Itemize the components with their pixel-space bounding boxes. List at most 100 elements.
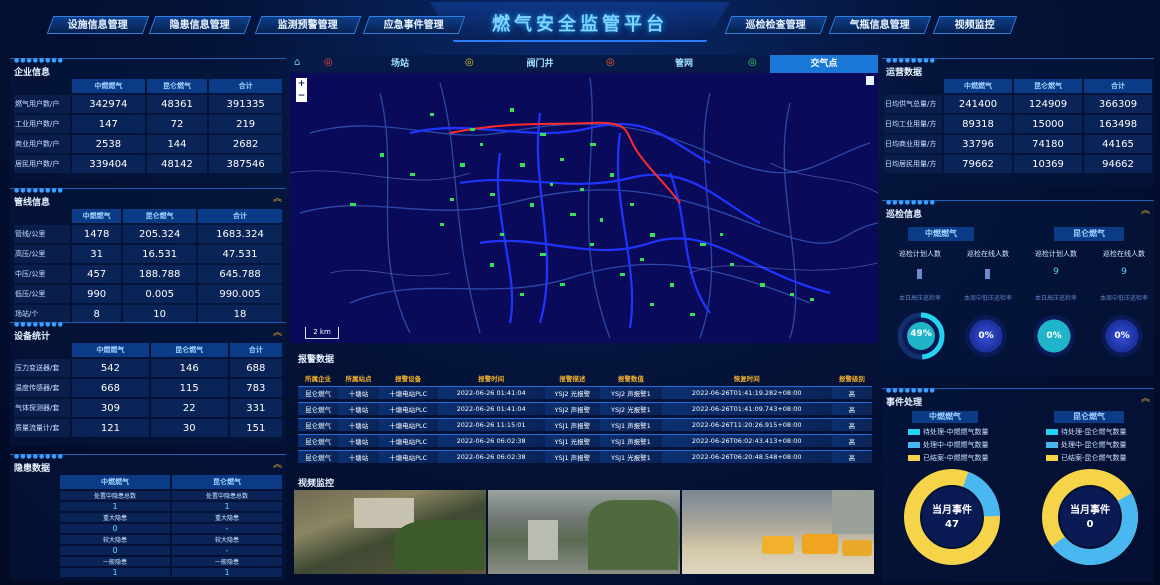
chevron-up-icon[interactable]: ︽ — [273, 325, 282, 338]
table-row: 0- — [60, 524, 282, 533]
table-row: 日均供气总量/方 241400 124909 366309 — [884, 95, 1152, 113]
swatch-icon — [1046, 442, 1058, 448]
title-dots: ●●●●●●●● — [886, 199, 936, 206]
chevron-up-icon[interactable]: ︽ — [273, 457, 282, 470]
video-scene-trees — [588, 500, 678, 570]
table-row: 高压/公里 31 16.531 47.531 — [14, 245, 282, 263]
patrol-rate-ring: 0% — [1101, 315, 1143, 357]
panel-title: 隐患数据 — [14, 464, 51, 474]
panel-title: 报警数据 — [298, 355, 335, 365]
zoom-controls[interactable]: + − — [296, 78, 307, 102]
pipeline-table: 中燃燃气 昆仑燃气 合计 管线/公里 1478 205.324 1683.324 高压/公… — [12, 207, 284, 325]
nav-patrol[interactable]: 巡检检查管理 — [724, 16, 828, 34]
table-row: 压力变送器/套 542 146 688 — [14, 359, 282, 377]
table-row: 居民用户数/户 339404 48142 387546 — [14, 155, 282, 173]
table-row: 重大隐患 重大隐患 — [60, 513, 282, 522]
title-dots: ●●●●●●●● — [14, 57, 64, 64]
swatch-icon — [908, 429, 920, 435]
table-row: 日均工业用量/方 89318 15000 163498 — [884, 115, 1152, 133]
patrol-panel: ●●●●●●●● 巡检信息 ︽ 中燃燃气 昆仑燃气 巡检计划人数 巡检在线人数 … — [882, 199, 1154, 376]
supply-marker-icon: ◎ — [748, 57, 757, 68]
hazard-table: 中燃燃气 昆仑燃气 处置中隐患总数 处置中隐患总数 11 重大隐患 重大隐患 0- 较… — [58, 473, 284, 579]
valve-marker-icon: ◎ — [465, 57, 474, 68]
legend-item: 处理中-昆仑燃气数量 — [1046, 440, 1127, 450]
table-row: 工业用户数/户 147 72 219 — [14, 115, 282, 133]
tab-pipe[interactable]: 管网 — [654, 55, 714, 73]
legend-item: 待处理-中燃燃气数量 — [908, 427, 989, 437]
table-row[interactable]: 昆仑燃气 十塘站 十塘电站PLC 2022-06-26 01:41:04 YSJ2 声报… — [298, 402, 872, 415]
chevron-up-icon[interactable]: ︽ — [273, 191, 282, 204]
patrol-bar — [985, 269, 990, 279]
table-row: 0- — [60, 546, 282, 555]
map-scale: 2 km — [305, 327, 339, 339]
layer-tabs: ⌂ ◎ 场站 ◎ 阀门井 ◎ 管网 ◎ 交气点 — [290, 55, 878, 73]
tab-supply-point[interactable]: 交气点 — [770, 55, 878, 73]
map-layer-icon[interactable] — [866, 76, 874, 85]
video-scene-vehicle — [842, 540, 872, 556]
title-dots: ●●●●●●●● — [14, 321, 64, 328]
table-row: 一般隐患 一般隐患 — [60, 557, 282, 566]
patrol-value: 9 — [1121, 267, 1127, 277]
enterprise-table: 中燃燃气 昆仑燃气 合计 燃气用户数/户 342974 48361 391335 工业用户… — [12, 77, 284, 175]
legend-item: 待处理-昆仑燃气数量 — [1046, 427, 1127, 437]
nav-facility[interactable]: 设施信息管理 — [46, 16, 150, 34]
video-scene-vehicle — [802, 534, 838, 554]
table-row: 日均商业用量/方 33796 74180 44165 — [884, 135, 1152, 153]
table-row: 中压/公里 457 188.788 645.788 — [14, 265, 282, 283]
patrol-sub: 本日高压巡检率 — [1034, 295, 1077, 302]
nav-monitor[interactable]: 监测预警管理 — [254, 16, 362, 34]
table-row: 11 — [60, 568, 282, 577]
chevron-up-icon[interactable]: ︽ — [1141, 391, 1150, 404]
patrol-rate-value: 49% — [910, 329, 932, 339]
title-dots: ●●●●●●●● — [14, 453, 64, 460]
patrol-sub: 本日高压巡检率 — [898, 295, 941, 302]
video-scene-trees — [394, 520, 484, 570]
tab-station[interactable]: 场站 — [370, 55, 430, 73]
title-dots: ●●●●●●●● — [886, 387, 936, 394]
swatch-icon — [1046, 429, 1058, 435]
video-tile[interactable] — [294, 490, 486, 574]
legend-item: 处理中-中燃燃气数量 — [908, 440, 989, 450]
table-row: 日均居民用量/方 79662 10369 94662 — [884, 155, 1152, 173]
pipeline-panel: ●●●●●●●● 管线信息 ︽ 中燃燃气 昆仑燃气 合计 管线/公里 1478 205.… — [10, 187, 286, 323]
patrol-label: 巡检在线人数 — [967, 250, 1009, 258]
patrol-sub: 本周中低压巡检率 — [963, 295, 1012, 302]
patrol-value: 9 — [1053, 267, 1059, 277]
events-group-label: 昆仑燃气 — [1054, 411, 1124, 423]
table-row[interactable]: 昆仑燃气 十塘站 十塘电站PLC 2022-06-26 06:02:38 YSJ1 声报… — [298, 450, 872, 463]
nav-hazard[interactable]: 隐患信息管理 — [148, 16, 252, 34]
donut-title: 当月事件 — [1070, 505, 1110, 516]
table-row: 温度传感器/套 668 115 783 — [14, 379, 282, 397]
video-scene-vehicle — [762, 536, 794, 554]
tab-valve[interactable]: 阀门井 — [510, 55, 570, 73]
nav-emergency[interactable]: 应急事件管理 — [362, 16, 466, 34]
equipment-panel: ●●●●●●●● 设备统计 ︽ 中燃燃气 昆仑燃气 合计 压力变送器/套 542 146… — [10, 321, 286, 446]
table-row[interactable]: 昆仑燃气 十塘站 十塘电站PLC 2022-06-26 11:15:01 YSJ1 声报… — [298, 418, 872, 431]
top-bar: 燃气安全监管平台 设施信息管理 隐患信息管理 监测预警管理 应急事件管理 巡检检… — [0, 0, 1160, 44]
video-tile[interactable] — [488, 490, 680, 574]
table-row[interactable]: 昆仑燃气 十塘站 十塘电站PLC 2022-06-26 01:41:04 YSJ2 光报… — [298, 386, 872, 399]
patrol-sub: 本周中低压巡检率 — [1099, 295, 1148, 302]
enterprise-panel: ●●●●●●●● 企业信息 中燃燃气 昆仑燃气 合计 燃气用户数/户 342974 48… — [10, 57, 286, 182]
video-tile[interactable] — [682, 490, 874, 574]
events-panel: ●●●●●●●● 事件处理 ︽ 中燃燃气 昆仑燃气 待处理-中燃燃气数量 处理中… — [882, 387, 1154, 582]
map-network — [290, 77, 878, 339]
donut-value: 0 — [1086, 519, 1094, 530]
patrol-group-label: 中燃燃气 — [908, 227, 974, 241]
nav-video[interactable]: 视频监控 — [932, 16, 1018, 34]
table-row: 气体探测器/套 309 22 331 — [14, 399, 282, 417]
home-icon[interactable]: ⌂ — [294, 57, 300, 68]
pipe-marker-icon: ◎ — [606, 57, 615, 68]
alarm-panel: 报警数据 所属企业 所属站点 报警设备 报警时间 报警描述 报警数值 恢复时间 报警级别 昆… — [290, 348, 878, 463]
chevron-up-icon[interactable]: ︽ — [1141, 203, 1150, 216]
table-row[interactable]: 昆仑燃气 十塘站 十塘电站PLC 2022-06-26 06:02:38 YSJ1 光报… — [298, 434, 872, 447]
equipment-table: 中燃燃气 昆仑燃气 合计 压力变送器/套 542 146 688 温度传感器/套 668 11… — [12, 341, 284, 439]
nav-cylinder[interactable]: 气瓶信息管理 — [828, 16, 932, 34]
title-dots: ●●●●●●●● — [886, 57, 936, 64]
table-row: 较大隐患 较大隐患 — [60, 535, 282, 544]
patrol-group-label: 昆仑燃气 — [1054, 227, 1124, 241]
donut-value: 47 — [945, 519, 959, 530]
table-row: 商业用户数/户 2538 144 2682 — [14, 135, 282, 153]
video-scene-pole — [528, 520, 558, 560]
gis-map[interactable]: + − — [290, 73, 878, 343]
